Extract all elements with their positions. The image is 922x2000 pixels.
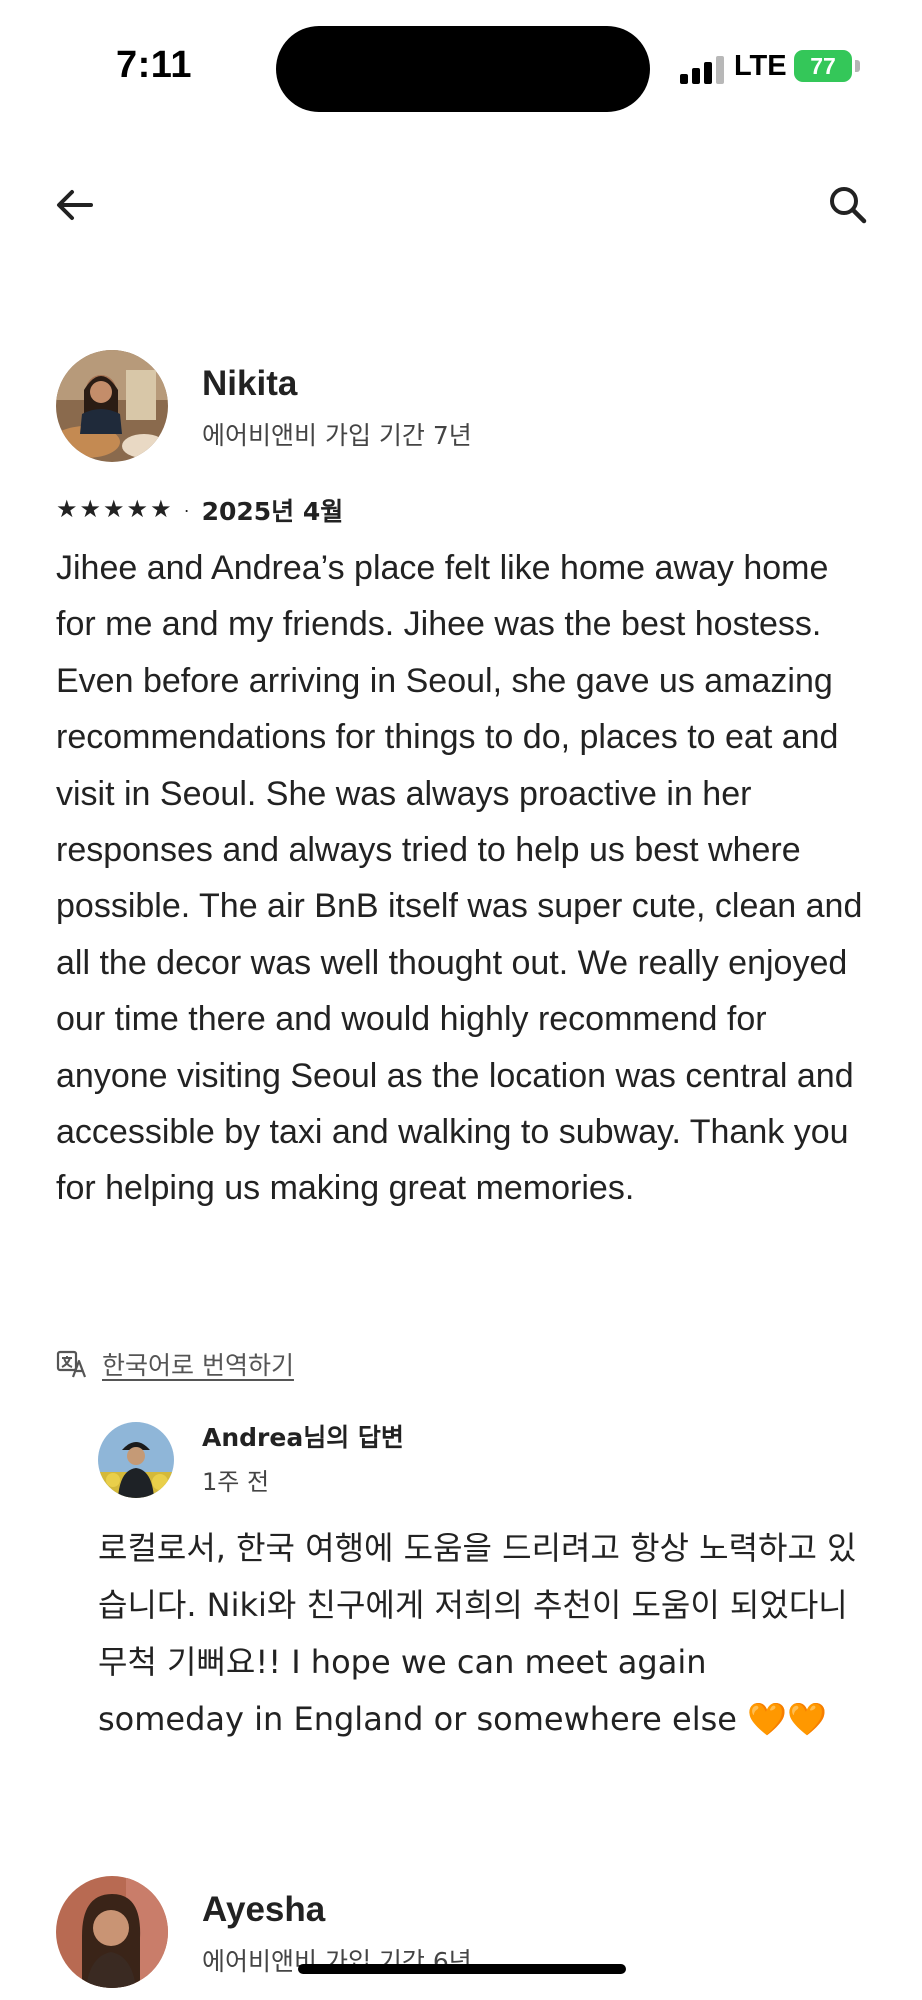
search-icon	[830, 187, 867, 224]
reviewer-avatar[interactable]	[56, 350, 168, 462]
network-label: LTE	[734, 50, 787, 82]
arrow-left-icon	[57, 190, 93, 220]
host-avatar[interactable]	[98, 1422, 174, 1498]
star-icon: ★	[150, 496, 172, 523]
host-reply-text: 로컬로서, 한국 여행에 도움을 드리려고 항상 노력하고 있습니다. Niki…	[98, 1529, 857, 1738]
back-button[interactable]	[50, 180, 100, 230]
review-text: Jihee and Andrea’s place felt like home …	[56, 549, 863, 1208]
translate-label[interactable]: 한국어로 번역하기	[102, 1346, 294, 1382]
review-date: 2025년 4월	[201, 497, 344, 526]
battery-cap	[855, 60, 860, 72]
status-bar: 7:11 LTE 77	[0, 0, 922, 140]
host-reply-name: Andrea님의 답변	[202, 1423, 404, 1452]
dynamic-island	[276, 26, 650, 112]
battery-level: 77	[810, 52, 836, 79]
reviewer-membership: 에어비앤비 가입 기간 7년	[202, 421, 472, 450]
translate-icon	[56, 1350, 87, 1378]
star-icon: ★	[126, 496, 149, 523]
star-icon: ★	[56, 496, 78, 523]
reviewer-name[interactable]: Ayesha	[202, 1890, 325, 1930]
translate-button[interactable]: 한국어로 번역하기	[56, 1346, 294, 1382]
star-icon: ★	[103, 496, 125, 523]
reviewer-avatar[interactable]	[56, 1876, 168, 1988]
reviewer-name[interactable]: Nikita	[202, 364, 297, 404]
separator-dot: ·	[183, 499, 190, 520]
signal-icon	[680, 56, 726, 84]
home-indicator[interactable]	[298, 1964, 626, 1974]
rating-row: ★ ★ ★ ★ ★ · 2025년 4월	[56, 492, 343, 528]
search-button[interactable]	[820, 180, 876, 230]
host-reply-time: 1주 전	[202, 1468, 270, 1496]
status-time: 7:11	[116, 44, 192, 86]
star-icon: ★	[79, 496, 102, 523]
battery-icon: 77	[794, 50, 852, 82]
star-rating: ★ ★ ★ ★ ★	[56, 498, 172, 522]
